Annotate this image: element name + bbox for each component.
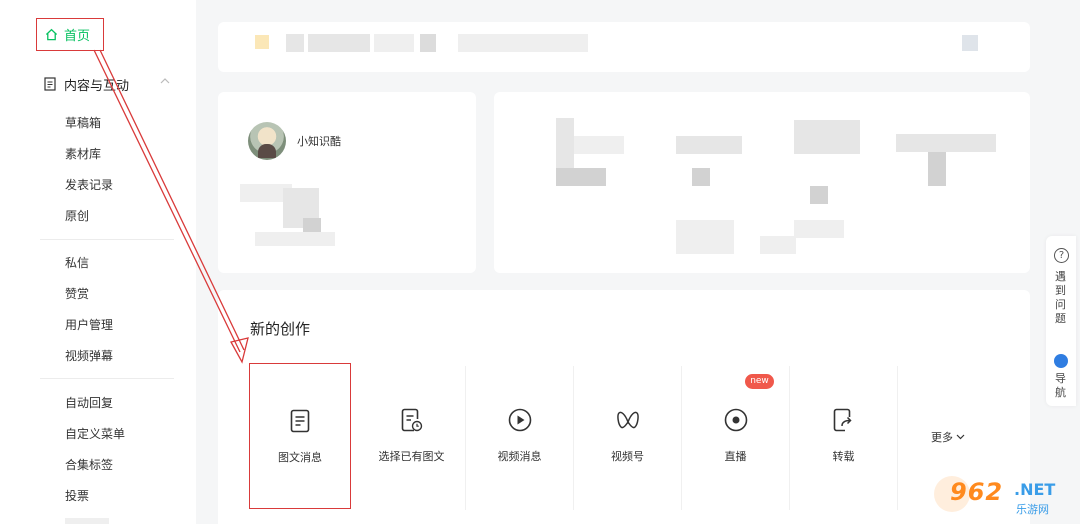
- home-label: 首页: [64, 29, 91, 44]
- tile-label: 转载: [832, 450, 855, 463]
- article-clock-icon: [401, 408, 422, 432]
- help-question-icon[interactable]: ?: [1054, 248, 1069, 263]
- sidebar-item-auto-reply[interactable]: 自动回复: [65, 394, 113, 412]
- document-icon: [44, 77, 56, 91]
- tile-live[interactable]: 直播: [682, 366, 790, 510]
- blurred-text: [374, 34, 414, 52]
- live-icon: [724, 408, 747, 432]
- sidebar-item-publish-records[interactable]: 发表记录: [65, 176, 113, 194]
- avatar[interactable]: [248, 122, 286, 160]
- section-label: 内容与互动: [64, 78, 130, 94]
- blurred-stat: [574, 136, 624, 154]
- tile-label: 直播: [724, 450, 747, 463]
- tile-channels[interactable]: 视频号: [574, 366, 682, 510]
- blurred-stat: [928, 152, 946, 186]
- blurred-stat: [692, 168, 710, 186]
- blurred-text: [286, 34, 304, 52]
- blurred-stat: [556, 168, 606, 186]
- article-icon: [290, 409, 310, 433]
- chevron-up-icon[interactable]: [160, 78, 170, 84]
- watermark-name: 乐游网: [1016, 503, 1049, 516]
- notice-card[interactable]: [218, 22, 1030, 72]
- watermark-logo: 962 .NET 乐游网: [930, 472, 1078, 522]
- sidebar-item-vote[interactable]: 投票: [65, 487, 89, 505]
- blurred-icon: [962, 35, 978, 51]
- sidebar-item-video-danmaku[interactable]: 视频弹幕: [65, 347, 113, 365]
- tile-label: 选择已有图文: [378, 450, 445, 463]
- sidebar-item-materials[interactable]: 素材库: [65, 145, 101, 163]
- sidebar-item-cutoff: [65, 518, 109, 524]
- chevron-down-icon: [956, 434, 965, 440]
- sidebar-item-original[interactable]: 原创: [65, 207, 89, 225]
- play-icon: [508, 408, 531, 432]
- tile-image-text-message[interactable]: 图文消息: [249, 363, 351, 509]
- blurred-stat: [896, 134, 996, 152]
- watermark-domain: .NET: [1014, 480, 1056, 499]
- blurred-stat: [794, 220, 844, 238]
- account-name: 小知识酷: [297, 135, 341, 148]
- blurred-stat: [255, 232, 335, 246]
- channels-icon: [616, 411, 639, 429]
- blurred-text: [308, 34, 370, 52]
- notice-icon: [255, 35, 269, 49]
- sidebar-item-home[interactable]: 首页: [36, 18, 104, 51]
- help-ask-label[interactable]: 遇到问题: [1055, 270, 1067, 326]
- blurred-text: [420, 34, 436, 52]
- navigation-icon[interactable]: [1054, 354, 1068, 368]
- blurred-stat: [760, 236, 796, 254]
- sidebar-divider: [40, 239, 174, 240]
- section-content-interaction[interactable]: 内容与互动: [44, 74, 174, 94]
- tile-select-existing[interactable]: 选择已有图文: [358, 366, 466, 510]
- new-creation-title: 新的创作: [250, 320, 311, 338]
- sidebar: 首页 内容与互动 草稿箱 素材库 发表记录 原创 私信 赞赏 用户管理 视频弹幕…: [0, 0, 196, 524]
- new-badge: new: [745, 374, 774, 389]
- repost-icon: [833, 408, 852, 432]
- tile-label: 视频消息: [497, 450, 542, 463]
- more-label: 更多: [931, 431, 953, 444]
- sidebar-item-user-management[interactable]: 用户管理: [65, 316, 113, 334]
- help-nav-label[interactable]: 导航: [1055, 372, 1067, 400]
- tile-video-message[interactable]: 视频消息: [466, 366, 574, 510]
- blurred-text: [458, 34, 588, 52]
- blurred-stat: [794, 120, 860, 154]
- blurred-stat: [676, 220, 734, 254]
- sidebar-item-drafts[interactable]: 草稿箱: [65, 114, 101, 132]
- tile-label: 图文消息: [278, 451, 322, 464]
- blurred-stat: [556, 118, 574, 168]
- tile-repost[interactable]: 转载: [790, 366, 898, 510]
- sidebar-divider: [40, 378, 174, 379]
- sidebar-item-messages[interactable]: 私信: [65, 254, 89, 272]
- sidebar-item-custom-menu[interactable]: 自定义菜单: [65, 425, 125, 443]
- help-panel: ? 遇到问题 导航: [1046, 236, 1076, 406]
- watermark-number: 962: [950, 478, 1004, 506]
- blurred-stat: [810, 186, 828, 204]
- more-button[interactable]: 更多: [931, 429, 965, 445]
- tile-label: 视频号: [611, 450, 644, 463]
- sidebar-item-reward[interactable]: 赞赏: [65, 285, 89, 303]
- sidebar-item-collection-tags[interactable]: 合集标签: [65, 456, 113, 474]
- home-icon: [45, 28, 58, 41]
- blurred-stat: [676, 136, 742, 154]
